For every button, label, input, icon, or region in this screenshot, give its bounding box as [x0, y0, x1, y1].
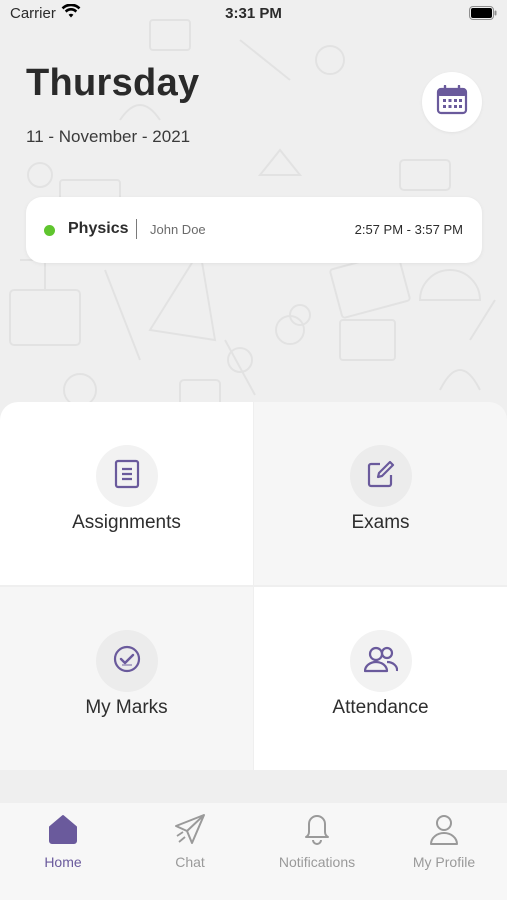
day-title: Thursday — [26, 62, 200, 104]
attendance-label: Attendance — [332, 697, 429, 718]
tab-chat-label: Chat — [175, 854, 205, 870]
paper-plane-icon — [172, 811, 208, 847]
document-icon — [114, 459, 140, 494]
my-marks-icon-circle — [96, 630, 158, 692]
assignments-icon-circle — [96, 445, 158, 507]
tab-home[interactable]: Home — [0, 803, 126, 900]
battery-icon — [469, 6, 497, 24]
calendar-button[interactable] — [422, 72, 482, 132]
edit-icon — [366, 459, 396, 494]
home-icon — [45, 811, 81, 847]
divider — [136, 219, 137, 239]
tab-notifications-label: Notifications — [278, 854, 356, 870]
assignments-label: Assignments — [72, 512, 181, 533]
clock: 3:31 PM — [225, 5, 282, 22]
tab-profile-label: My Profile — [412, 854, 476, 870]
exams-icon-circle — [350, 445, 412, 507]
tab-profile[interactable]: My Profile — [381, 803, 507, 900]
exams-label: Exams — [351, 512, 410, 533]
current-class-card[interactable]: Physics John Doe 2:57 PM - 3:57 PM — [26, 197, 482, 263]
my-marks-tile[interactable]: My Marks — [0, 587, 253, 770]
users-icon — [363, 645, 399, 678]
calendar-icon — [436, 84, 468, 120]
assignments-tile[interactable]: Assignments — [0, 402, 253, 585]
user-icon — [426, 811, 462, 847]
bell-icon — [299, 811, 335, 847]
check-badge-icon — [112, 644, 142, 679]
my-marks-label: My Marks — [85, 697, 168, 718]
tab-notifications[interactable]: Notifications — [254, 803, 380, 900]
status-indicator — [44, 225, 55, 236]
status-bar: Carrier 3:31 PM — [0, 0, 507, 28]
tab-chat[interactable]: Chat — [127, 803, 253, 900]
attendance-icon-circle — [350, 630, 412, 692]
tab-home-label: Home — [44, 854, 82, 870]
class-teacher: John Doe — [150, 222, 206, 237]
menu-grid: Assignments Exams My Marks Attendance — [0, 402, 507, 770]
exams-tile[interactable]: Exams — [254, 402, 507, 585]
bottom-tab-bar: Home Chat Notifications My Profile — [0, 803, 507, 900]
class-subject: Physics — [68, 220, 129, 237]
class-time: 2:57 PM - 3:57 PM — [354, 222, 463, 237]
attendance-tile[interactable]: Attendance — [254, 587, 507, 770]
date-label: 11 - November - 2021 — [26, 127, 191, 146]
